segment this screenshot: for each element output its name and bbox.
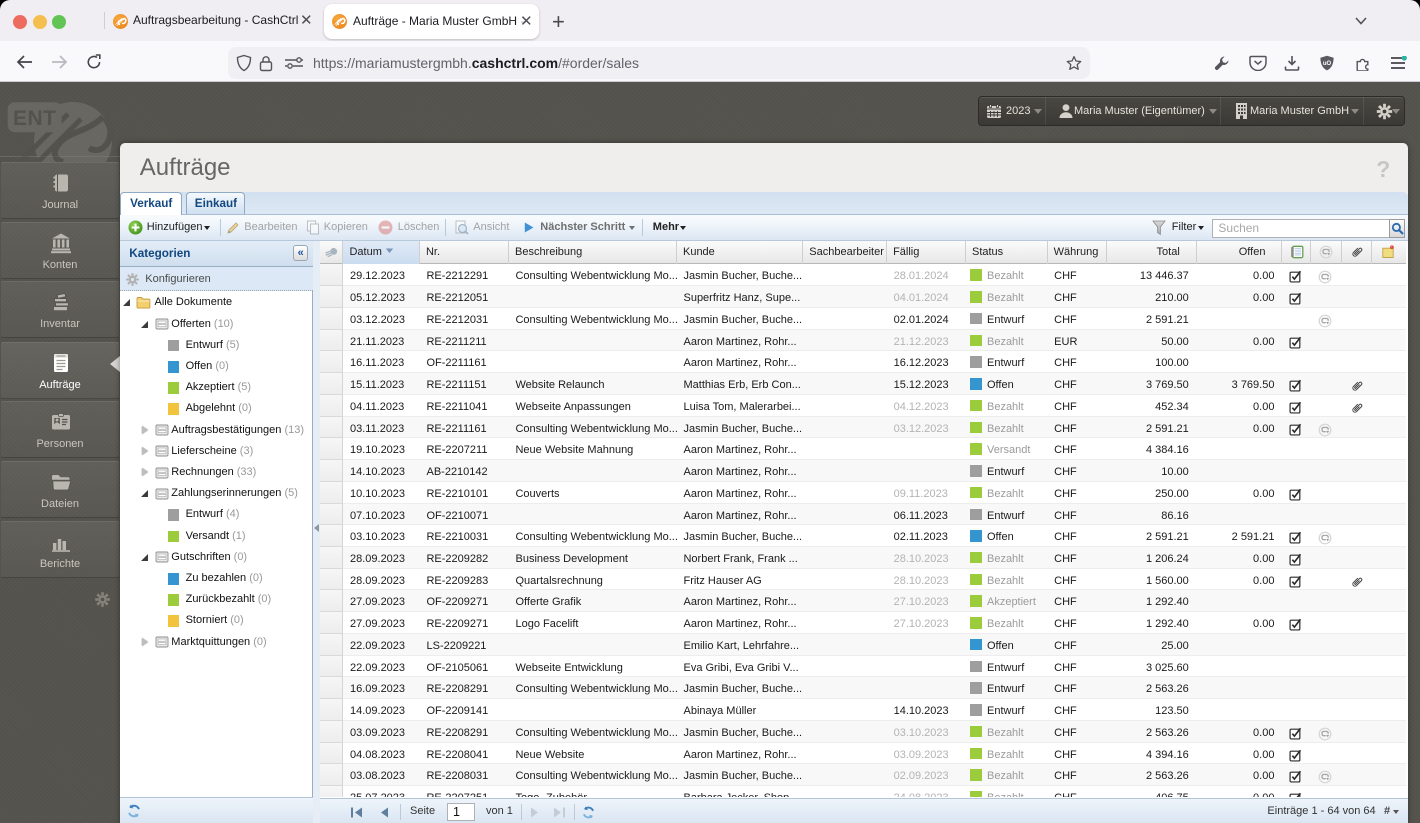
svg-text:ENT: ENT (13, 107, 57, 130)
svg-text:uO: uO (1323, 61, 1332, 67)
